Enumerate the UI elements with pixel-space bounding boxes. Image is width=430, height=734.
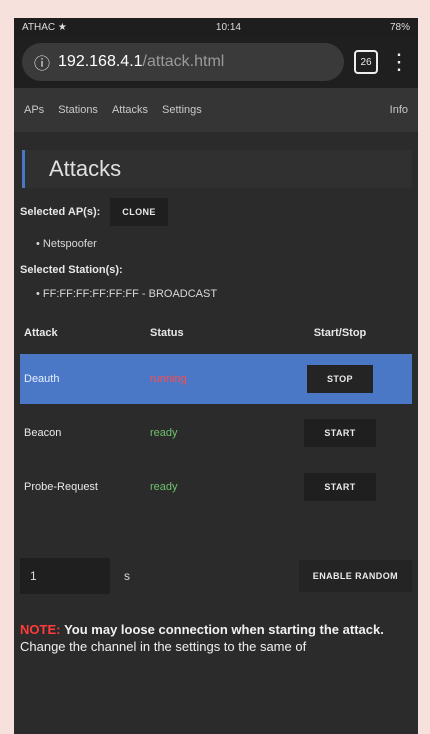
attack-status: ready (150, 427, 178, 439)
page-content: Attacks Selected AP(s): CLONE • Netspoof… (14, 150, 418, 656)
site-nav: APs Stations Attacks Settings Info (14, 88, 418, 132)
selected-ap-label: Selected AP(s): (20, 206, 101, 218)
attacks-table: Attack Status Start/Stop Deauth running … (20, 316, 412, 512)
note-prefix: NOTE: (20, 622, 61, 637)
nav-item-settings[interactable]: Settings (162, 104, 202, 116)
attack-name: Beacon (24, 427, 62, 439)
nav-item-aps[interactable]: APs (24, 104, 44, 116)
note-line1: You may loose connection when starting t… (64, 622, 384, 637)
selected-station-item: • FF:FF:FF:FF:FF:FF - BROADCAST (36, 288, 218, 300)
attack-status: running (150, 373, 187, 385)
random-interval-unit: s (124, 569, 130, 583)
start-stop-cell: START (268, 419, 412, 447)
address-bar[interactable]: ⓘ 192.168.4.1/attack.html (22, 43, 344, 81)
header-attack: Attack (24, 327, 58, 339)
attack-name: Probe-Request (24, 481, 98, 493)
table-row: Beacon ready START (20, 408, 412, 458)
browser-toolbar: ⓘ 192.168.4.1/attack.html 26 ⋮ (14, 36, 418, 88)
nav-item-info[interactable]: Info (390, 104, 408, 116)
status-left: ATHAC ★ (22, 22, 67, 33)
table-header: Attack Status Start/Stop (20, 316, 412, 350)
start-stop-cell: STOP (268, 365, 412, 393)
attack-status: ready (150, 481, 178, 493)
menu-icon[interactable]: ⋮ (388, 51, 410, 73)
table-row: Deauth running STOP (20, 354, 412, 404)
status-bar: ATHAC ★ 10:14 78% (14, 18, 418, 36)
url-host: 192.168.4.1 (58, 53, 143, 70)
phone-screen: ATHAC ★ 10:14 78% ⓘ 192.168.4.1/attack.h… (14, 18, 418, 734)
nav-item-stations[interactable]: Stations (58, 104, 98, 116)
clone-button[interactable]: CLONE (110, 198, 168, 226)
note-line2: Change the channel in the settings to th… (20, 638, 307, 654)
tabs-icon[interactable]: 26 (354, 50, 378, 74)
start-stop-cell: START (268, 473, 412, 501)
random-interval-value: 1 (30, 569, 37, 583)
random-controls: 1 s ENABLE RANDOM (20, 558, 412, 594)
battery-text: 78% (389, 21, 410, 33)
table-row: Probe-Request ready START (20, 462, 412, 512)
header-status: Status (150, 327, 184, 339)
stop-button[interactable]: STOP (307, 365, 373, 393)
page-title: Attacks (22, 150, 412, 188)
carrier-text: ATHAC ★ (22, 21, 67, 33)
start-button[interactable]: START (304, 473, 376, 501)
selected-station-value: FF:FF:FF:FF:FF:FF - BROADCAST (42, 288, 218, 300)
selected-station-label: Selected Station(s): (20, 264, 123, 276)
nav-item-attacks[interactable]: Attacks (112, 104, 148, 116)
enable-random-button[interactable]: ENABLE RANDOM (298, 560, 412, 592)
header-start-stop: Start/Stop (313, 327, 367, 339)
info-icon[interactable]: ⓘ (34, 50, 50, 74)
tabs-count: 26 (360, 56, 372, 68)
selected-ap-item: • Netspoofer (36, 238, 97, 250)
url-path: /attack.html (142, 53, 225, 70)
connection-note: NOTE: You may loose connection when star… (20, 622, 412, 656)
page-title-text: Attacks (49, 156, 122, 181)
random-interval-input[interactable]: 1 (20, 558, 110, 594)
selected-ap-row: Selected AP(s): CLONE (20, 198, 412, 226)
start-button[interactable]: START (304, 419, 376, 447)
selected-ap-name: Netspoofer (42, 238, 97, 250)
status-right: 78% (390, 22, 410, 33)
status-time: 10:14 (215, 21, 241, 33)
attack-name: Deauth (24, 373, 60, 385)
